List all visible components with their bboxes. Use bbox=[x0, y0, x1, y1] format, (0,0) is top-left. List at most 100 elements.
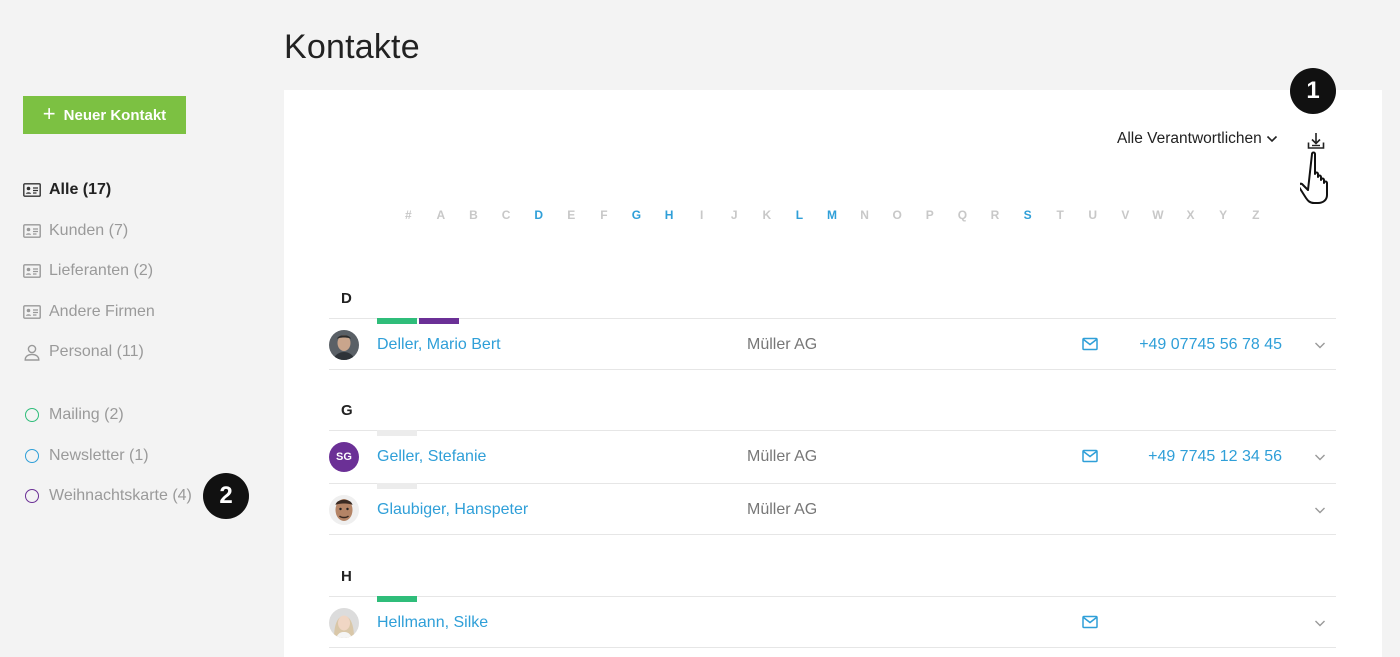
table-row[interactable]: SG Geller, Stefanie Müller AG +49 7745 1… bbox=[329, 430, 1336, 482]
alphabet-letter[interactable]: H bbox=[653, 208, 686, 222]
sidebar-item-personal[interactable]: Personal (11) bbox=[23, 332, 144, 372]
tag-bar bbox=[377, 483, 417, 489]
sidebar-item-alle[interactable]: Alle (17) bbox=[23, 170, 111, 210]
alphabet-index: # A B C D E F G H I J K L M N O P Q R S T U V W X Y Z bbox=[392, 208, 1272, 222]
contact-name-link[interactable]: Geller, Stefanie bbox=[377, 448, 486, 466]
alphabet-letter: R bbox=[990, 208, 1000, 222]
alphabet-letter[interactable]: S bbox=[1011, 208, 1044, 222]
mail-icon[interactable] bbox=[1082, 337, 1098, 351]
tag bbox=[377, 318, 417, 324]
sidebar-list-newsletter[interactable]: Newsletter (1) bbox=[23, 436, 149, 476]
circle-icon bbox=[23, 447, 41, 465]
sidebar-item-andere-firmen[interactable]: Andere Firmen bbox=[23, 292, 155, 332]
alphabet-letter: P bbox=[925, 208, 934, 222]
sidebar-item-label: Weihnachtskarte (4) bbox=[49, 487, 192, 504]
alphabet-letter: U bbox=[1088, 208, 1098, 222]
alphabet-letter: # bbox=[404, 208, 412, 222]
step-badge-2: 2 bbox=[203, 473, 249, 519]
avatar bbox=[329, 495, 359, 525]
responsible-filter-dropdown[interactable]: Alle Verantwortlichen bbox=[1117, 130, 1278, 148]
sidebar-item-kunden[interactable]: Kunden (7) bbox=[23, 211, 128, 251]
sidebar-item-label: Lieferanten (2) bbox=[49, 262, 154, 279]
chevron-down-icon bbox=[1266, 135, 1277, 143]
contact-card-icon bbox=[23, 222, 41, 240]
tag bbox=[377, 430, 417, 436]
tag bbox=[419, 318, 459, 324]
mail-icon[interactable] bbox=[1082, 615, 1098, 629]
alphabet-letter: Q bbox=[957, 208, 968, 222]
hand-pointer-icon bbox=[1300, 151, 1328, 204]
avatar bbox=[329, 608, 359, 638]
table-row[interactable]: Hellmann, Silke bbox=[329, 596, 1336, 648]
contact-company: Müller AG bbox=[747, 336, 818, 353]
sidebar-item-label: Alle (17) bbox=[49, 181, 112, 198]
table-row[interactable]: Glaubiger, Hanspeter Müller AG bbox=[329, 483, 1336, 535]
new-contact-label: Neuer Kontakt bbox=[63, 106, 167, 124]
page-title: Kontakte bbox=[284, 28, 420, 66]
contact-phone-link[interactable]: +49 7745 12 34 56 bbox=[1148, 448, 1282, 466]
tag bbox=[377, 596, 417, 602]
mail-icon[interactable] bbox=[1082, 449, 1098, 463]
sidebar-item-label: Kunden (7) bbox=[49, 221, 129, 239]
group-letter: G bbox=[341, 402, 353, 419]
alphabet-letter[interactable]: G bbox=[620, 208, 653, 222]
alphabet-letter: C bbox=[501, 208, 511, 222]
contact-phone-link[interactable]: +49 07745 56 78 45 bbox=[1139, 336, 1282, 354]
avatar: SG bbox=[329, 442, 359, 472]
chevron-down-icon[interactable] bbox=[1314, 504, 1326, 516]
alphabet-letter: Z bbox=[1252, 208, 1260, 222]
new-contact-button[interactable]: + Neuer Kontakt bbox=[23, 96, 186, 134]
circle-icon bbox=[23, 406, 41, 424]
sidebar-item-label: Personal (11) bbox=[49, 343, 144, 360]
contact-company: Müller AG bbox=[747, 501, 818, 518]
alphabet-letter[interactable]: M bbox=[816, 208, 849, 222]
sidebar-item-lieferanten[interactable]: Lieferanten (2) bbox=[23, 251, 153, 291]
alphabet-letter: B bbox=[469, 208, 478, 222]
sidebar-item-label: Mailing (2) bbox=[49, 406, 124, 423]
circle-icon bbox=[23, 487, 41, 505]
tag-bar bbox=[377, 318, 459, 324]
sidebar-item-label: Andere Firmen bbox=[49, 302, 155, 320]
alphabet-letter[interactable]: L bbox=[783, 208, 816, 222]
alphabet-letter: X bbox=[1186, 208, 1195, 222]
contacts-panel: Alle Verantwortlichen 1 # A B C D E F G H I J K L M N O… bbox=[284, 68, 1382, 657]
table-row[interactable]: Deller, Mario Bert Müller AG +49 07745 5… bbox=[329, 318, 1336, 370]
sidebar-item-label: Newsletter (1) bbox=[49, 446, 149, 464]
tag bbox=[377, 483, 417, 489]
sidebar-list-mailing[interactable]: Mailing (2) bbox=[23, 395, 124, 435]
contact-name-link[interactable]: Glaubiger, Hanspeter bbox=[377, 501, 528, 519]
alphabet-letter[interactable]: D bbox=[522, 208, 555, 222]
sidebar-list-weihnachtskarte[interactable]: Weihnachtskarte (4) bbox=[23, 476, 192, 516]
chevron-down-icon[interactable] bbox=[1314, 339, 1326, 351]
alphabet-letter: A bbox=[436, 208, 446, 222]
contact-card-icon bbox=[23, 262, 41, 280]
chevron-down-icon[interactable] bbox=[1314, 617, 1326, 629]
alphabet-letter: T bbox=[1056, 208, 1064, 222]
alphabet-letter: W bbox=[1152, 208, 1164, 222]
alphabet-letter: V bbox=[1121, 208, 1130, 222]
alphabet-letter: J bbox=[730, 208, 738, 222]
alphabet-letter: F bbox=[600, 208, 608, 222]
alphabet-letter: K bbox=[762, 208, 772, 222]
contact-card-icon bbox=[23, 303, 41, 321]
chevron-down-icon[interactable] bbox=[1314, 451, 1326, 463]
alphabet-letter: I bbox=[699, 208, 704, 222]
alphabet-letter: N bbox=[860, 208, 869, 222]
tag-bar bbox=[377, 430, 417, 436]
alphabet-letter: Y bbox=[1219, 208, 1228, 222]
alphabet-letter: O bbox=[892, 208, 902, 222]
group-letter: H bbox=[341, 568, 352, 585]
contact-card-icon bbox=[23, 181, 41, 199]
person-icon bbox=[23, 343, 41, 361]
tag-bar bbox=[377, 596, 417, 602]
avatar bbox=[329, 330, 359, 360]
contact-company: Müller AG bbox=[747, 448, 818, 465]
step-badge-1: 1 bbox=[1290, 68, 1336, 114]
responsible-filter-label: Alle Verantwortlichen bbox=[1117, 130, 1262, 147]
plus-icon: + bbox=[42, 101, 56, 126]
contact-name-link[interactable]: Hellmann, Silke bbox=[377, 614, 488, 632]
alphabet-letter: E bbox=[567, 208, 576, 222]
download-icon[interactable] bbox=[1305, 130, 1327, 152]
contact-name-link[interactable]: Deller, Mario Bert bbox=[377, 336, 501, 354]
sidebar: + Neuer Kontakt Alle (17) Kunden (7) Lie… bbox=[0, 0, 270, 657]
